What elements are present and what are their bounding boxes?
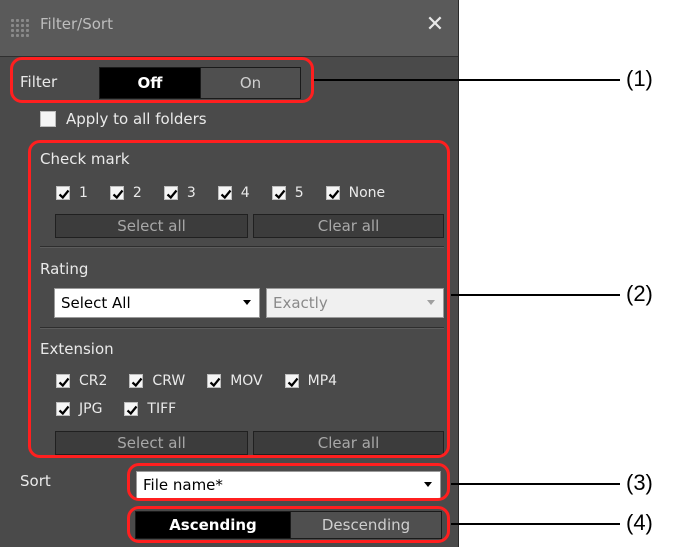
apply-all-folders[interactable]: Apply to all folders: [40, 110, 207, 128]
drag-grip-icon[interactable]: [10, 18, 30, 38]
callout-line-3: [451, 483, 620, 485]
highlight-1: [10, 57, 314, 103]
highlight-2: [28, 140, 450, 458]
titlebar[interactable]: Filter/Sort ✕: [0, 0, 458, 57]
callout-line-2: [451, 294, 620, 296]
close-icon[interactable]: ✕: [424, 14, 446, 36]
callout-3: (3): [626, 470, 653, 495]
highlight-3: [127, 463, 450, 501]
callout-1: (1): [626, 66, 653, 91]
apply-all-label: Apply to all folders: [66, 110, 207, 128]
callout-2: (2): [626, 281, 653, 306]
panel-title: Filter/Sort: [40, 15, 113, 33]
apply-all-checkbox[interactable]: [40, 111, 56, 127]
callout-4: (4): [626, 510, 653, 535]
highlight-4: [127, 506, 450, 543]
callout-line-1: [314, 79, 620, 81]
callout-line-4: [451, 523, 620, 525]
sort-label: Sort: [20, 472, 51, 490]
